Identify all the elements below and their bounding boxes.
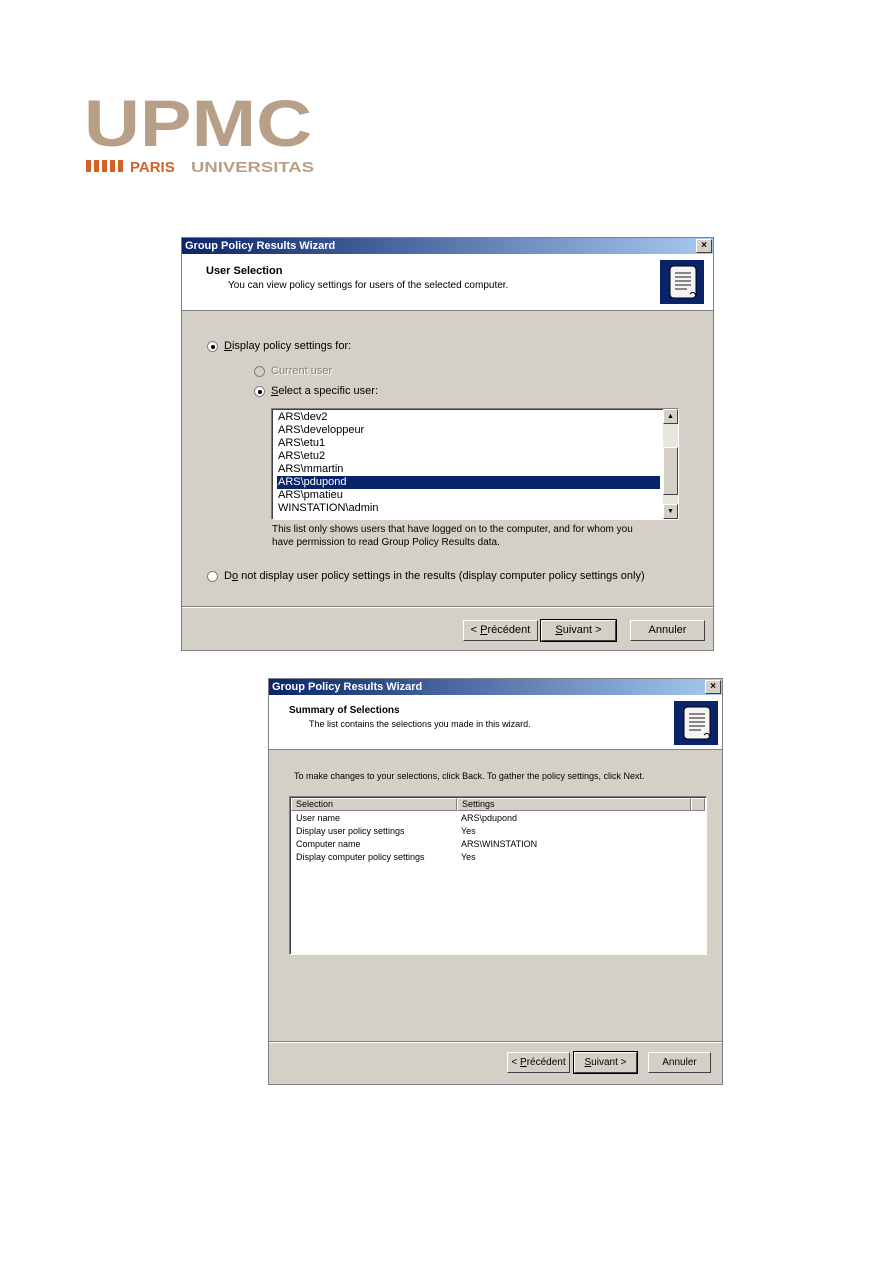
upmc-logo-graphic: UPMC PARIS UNIVERSITAS xyxy=(84,92,314,176)
summary-row-value: ARS\pdupond xyxy=(461,813,518,823)
logo-bars-icon xyxy=(86,160,123,172)
user-list-item[interactable]: WINSTATION\admin xyxy=(278,502,378,515)
summary-intro: To make changes to your selections, clic… xyxy=(294,771,645,781)
next-button-text: uivant > xyxy=(562,624,602,636)
upmc-logo: UPMC PARIS UNIVERSITAS xyxy=(84,92,316,176)
wizard-body: Display policy settings for: Current use… xyxy=(182,311,713,607)
back-button-pre: < xyxy=(511,1057,521,1068)
back-button-mnemonic: P xyxy=(520,1057,527,1068)
cancel-button[interactable]: Annuler xyxy=(630,620,705,641)
specific-user-radio[interactable] xyxy=(254,386,265,397)
display-settings-text: isplay policy settings for: xyxy=(231,340,352,352)
display-settings-radio[interactable] xyxy=(207,341,218,352)
specific-user-label[interactable]: Select a specific user: xyxy=(271,385,378,397)
back-button[interactable]: < Précédent xyxy=(463,620,538,641)
next-button[interactable]: Suivant > xyxy=(573,1051,638,1074)
close-button[interactable]: × xyxy=(705,680,721,694)
logo-universitas: UNIVERSITAS xyxy=(191,159,314,176)
summary-listview[interactable]: Selection Settings User name ARS\pdupond… xyxy=(289,796,707,955)
user-list-note: This list only shows users that have log… xyxy=(272,523,633,549)
user-list-item[interactable]: ARS\mmartin xyxy=(278,463,343,476)
back-button-text: récédent xyxy=(526,1057,566,1068)
logo-wordmark: UPMC xyxy=(84,92,312,160)
user-list-item-selected[interactable]: ARS\pdupond xyxy=(277,476,660,489)
next-button-mnemonic: S xyxy=(555,624,563,636)
display-settings-mnemonic: D xyxy=(224,340,232,352)
wizard-header: User Selection You can view policy setti… xyxy=(182,254,713,311)
title-bar[interactable]: Group Policy Results Wizard × xyxy=(182,238,713,254)
user-list-item[interactable]: ARS\pmatieu xyxy=(278,489,343,502)
display-settings-label[interactable]: Display policy settings for: xyxy=(224,340,351,352)
next-button[interactable]: Suivant > xyxy=(540,619,617,642)
summary-row-label: User name xyxy=(296,813,341,823)
window-title: Group Policy Results Wizard xyxy=(272,681,423,693)
back-button[interactable]: < Précédent xyxy=(507,1052,570,1073)
summary-row-label: Display computer policy settings xyxy=(296,852,425,862)
summary-row-value: Yes xyxy=(461,852,476,862)
wizard-body: To make changes to your selections, clic… xyxy=(269,750,722,1040)
user-list-note-line: This list only shows users that have log… xyxy=(272,524,633,535)
summary-row-label: Display user policy settings xyxy=(296,826,405,836)
current-user-radio[interactable] xyxy=(254,366,265,377)
summary-row-value: Yes xyxy=(461,826,476,836)
footer-separator xyxy=(182,606,713,608)
user-selection-dialog: Group Policy Results Wizard × User Selec… xyxy=(181,237,714,651)
logo-paris: PARIS xyxy=(130,159,175,176)
no-user-settings-label[interactable]: Do not display user policy settings in t… xyxy=(224,570,645,582)
header-title: Summary of Selections xyxy=(289,705,400,716)
back-button-text: récédent xyxy=(487,624,531,636)
column-header-filler xyxy=(691,798,705,811)
user-list-item[interactable]: ARS\developpeur xyxy=(278,424,364,437)
no-user-settings-pre: D xyxy=(224,570,232,582)
window-title: Group Policy Results Wizard xyxy=(185,240,336,252)
scroll-document-icon xyxy=(674,701,718,745)
title-bar[interactable]: Group Policy Results Wizard × xyxy=(269,679,722,695)
user-list-item[interactable]: ARS\dev2 xyxy=(278,411,328,424)
footer-separator xyxy=(269,1041,722,1043)
summary-dialog: Group Policy Results Wizard × Summary of… xyxy=(268,678,723,1085)
scroll-thumb[interactable] xyxy=(663,447,678,495)
header-subtitle: You can view policy settings for users o… xyxy=(228,280,509,291)
no-user-settings-radio[interactable] xyxy=(207,571,218,582)
wizard-header: Summary of Selections The list contains … xyxy=(269,695,722,750)
cancel-button[interactable]: Annuler xyxy=(648,1052,711,1073)
back-button-pre: < xyxy=(470,624,481,636)
scroll-down-arrow-icon[interactable]: ▼ xyxy=(663,504,678,519)
user-listbox[interactable]: ARS\dev2 ARS\developpeur ARS\etu1 ARS\et… xyxy=(271,408,679,520)
summary-row-value: ARS\WINSTATION xyxy=(461,839,538,849)
scroll-document-icon xyxy=(660,260,704,304)
header-title: User Selection xyxy=(206,265,283,277)
header-subtitle: The list contains the selections you mad… xyxy=(309,719,531,729)
column-header-settings[interactable]: Settings xyxy=(457,798,691,811)
no-user-settings-text: not display user policy settings in the … xyxy=(238,570,645,582)
user-list-item[interactable]: ARS\etu1 xyxy=(278,437,325,450)
column-header-selection[interactable]: Selection xyxy=(291,798,457,811)
specific-user-text: elect a specific user: xyxy=(278,385,378,397)
next-button-text: uivant > xyxy=(591,1057,627,1068)
summary-row-label: Computer name xyxy=(296,839,361,849)
user-list-note-line: have permission to read Group Policy Res… xyxy=(272,537,500,548)
user-list-scrollbar[interactable]: ▲ ▼ xyxy=(663,409,678,519)
current-user-label[interactable]: Current user xyxy=(271,365,332,377)
user-list-item[interactable]: ARS\etu2 xyxy=(278,450,325,463)
scroll-up-arrow-icon[interactable]: ▲ xyxy=(663,409,678,424)
back-button-mnemonic: P xyxy=(480,624,488,636)
close-button[interactable]: × xyxy=(696,239,712,253)
